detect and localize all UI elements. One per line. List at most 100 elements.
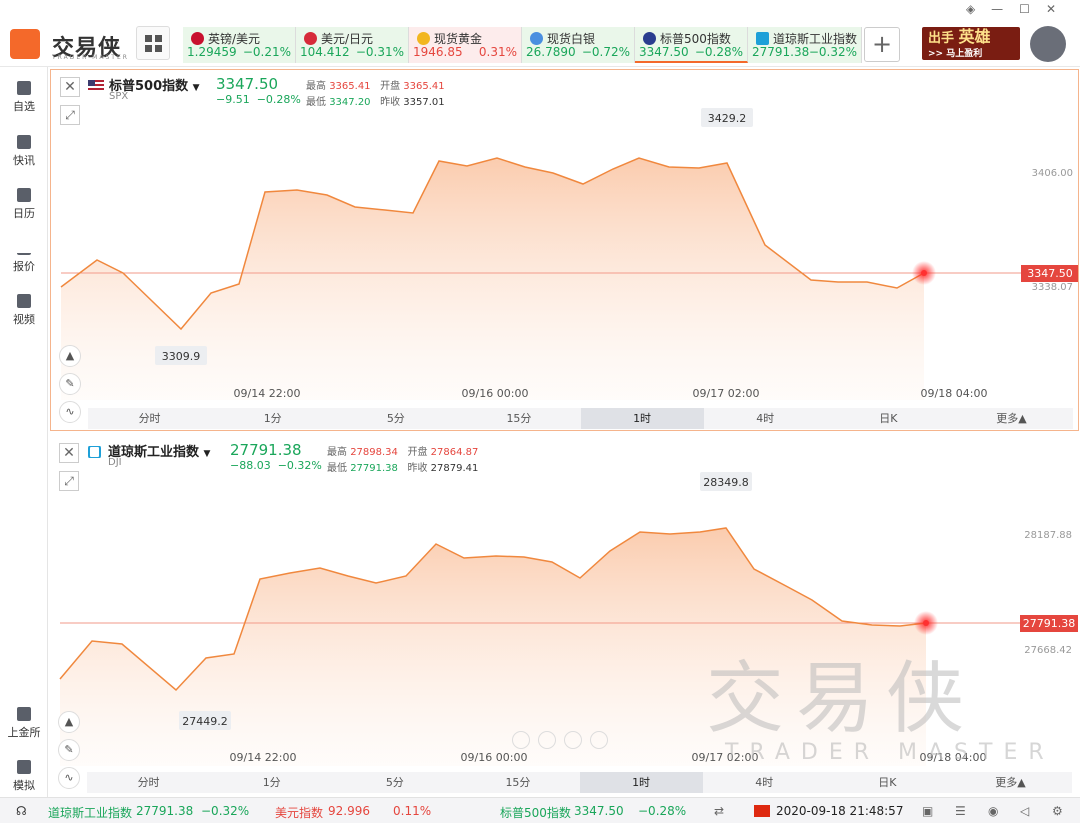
sidebar-item-label: 快讯: [13, 154, 35, 167]
ticker-price: 3347.50: [639, 45, 689, 59]
timeframe-bar: 分时 1分 5分 15分 1时 4时 日K 更多▲: [87, 772, 1072, 793]
instrument-code: SPX: [109, 91, 129, 102]
expand-panel-button[interactable]: ⤢: [59, 471, 79, 491]
exchange-icon: [17, 707, 31, 721]
headset-icon[interactable]: ☊: [16, 804, 27, 818]
promo-title: 出手: [928, 31, 955, 46]
low-label: 最低: [327, 463, 347, 474]
status-dji-name[interactable]: 道琼斯工业指数: [48, 804, 132, 821]
tf-intraday[interactable]: 分时: [87, 772, 210, 793]
layout-toggle-icon[interactable]: ⇄: [714, 804, 724, 818]
ticker-spx[interactable]: 标普500指数 3347.50 −0.28%: [635, 27, 748, 63]
last-price-dot: [921, 270, 927, 276]
low-marker-label: 27449.2: [182, 715, 228, 728]
close-panel-button[interactable]: ✕: [60, 77, 80, 97]
step-back-icon[interactable]: [538, 731, 556, 749]
status-bar: ☊ 道琼斯工业指数 27791.38 −0.32% 美元指数 92.996 0.…: [0, 797, 1080, 823]
sidebar-item-simulate[interactable]: 模拟: [0, 760, 48, 793]
promo-banner[interactable]: 出手 英雄 >> 马上盈利: [922, 27, 1020, 60]
sidebar-item-sge[interactable]: 上金所: [0, 707, 48, 740]
menu-icon[interactable]: ☰: [955, 804, 966, 818]
ticker-usdjpy[interactable]: 美元/日元 104.412 −0.31%: [296, 27, 409, 63]
maximize-icon[interactable]: ☐: [1019, 2, 1046, 16]
x-axis-tick: 09/16 00:00: [462, 387, 529, 400]
sidebar-item-calendar[interactable]: 日历: [0, 188, 48, 221]
tf-15m[interactable]: 15分: [456, 772, 579, 793]
promo-hero: 英雄: [958, 27, 991, 46]
tf-intraday[interactable]: 分时: [88, 408, 211, 429]
ticker-gold[interactable]: 现货黄金 1946.85 0.31%: [409, 27, 522, 63]
ticker-name: 现货黄金: [434, 32, 483, 46]
instrument-code: DJI: [108, 457, 122, 468]
ticker-change: −0.31%: [355, 45, 404, 59]
status-dxy-change: 0.11%: [393, 804, 432, 818]
tf-15m[interactable]: 15分: [457, 408, 580, 429]
sidebar-item-label: 自选: [13, 100, 35, 113]
ticker-dji[interactable]: 道琼斯工业指数 27791.38 −0.32%: [748, 27, 862, 63]
status-spx-price: 3347.50: [574, 804, 624, 818]
tf-1m[interactable]: 1分: [210, 772, 333, 793]
low-value: 27791.38: [350, 463, 398, 474]
last-price-tag: 3347.50: [1027, 267, 1073, 280]
tf-1h[interactable]: 1时: [580, 408, 704, 429]
zoom-in-icon[interactable]: [590, 731, 608, 749]
user-avatar[interactable]: [1030, 26, 1066, 62]
status-spx-change: −0.28%: [638, 804, 687, 818]
tf-daily[interactable]: 日K: [826, 772, 949, 793]
grid-icon: [145, 35, 152, 42]
last-price-dot: [923, 620, 929, 626]
sidebar-item-watchlist[interactable]: 自选: [0, 81, 48, 114]
status-spx-name[interactable]: 标普500指数: [500, 804, 571, 821]
sidebar-item-news[interactable]: 快讯: [0, 135, 48, 168]
tf-more[interactable]: 更多▲: [950, 408, 1073, 429]
sidebar-item-video[interactable]: 视频: [0, 294, 48, 327]
low-marker-label: 3309.9: [162, 350, 201, 363]
pen-draw-icon[interactable]: ✎: [58, 739, 80, 761]
add-ticker-button[interactable]: +: [864, 27, 900, 62]
indicator-icon[interactable]: ∿: [59, 401, 81, 423]
datetime-clock: 2020-09-18 21:48:57: [776, 804, 904, 818]
ticker-change: −0.21%: [242, 45, 291, 59]
spx-chart: 3429.2 3309.9 3406.00 3338.07 09/14 22:00 09/…: [60, 108, 1078, 400]
mountain-chart-icon[interactable]: ▲: [59, 345, 81, 367]
open-value: 27864.87: [430, 447, 479, 458]
screen-icon[interactable]: ▣: [922, 804, 933, 818]
minimize-icon[interactable]: —: [991, 2, 1019, 16]
tf-5m[interactable]: 5分: [334, 408, 457, 429]
instrument-name[interactable]: 道琼斯工业指数 ▼: [108, 441, 210, 460]
indicator-icon[interactable]: ∿: [58, 767, 80, 789]
settings-gear-icon[interactable]: ⚙: [1052, 804, 1063, 818]
tf-more[interactable]: 更多▲: [949, 772, 1072, 793]
ticker-silver[interactable]: 现货白银 26.7890 −0.72%: [522, 27, 635, 63]
y-axis-tick: 3338.07: [1032, 282, 1073, 293]
sidebar-item-quotes[interactable]: 报价: [0, 241, 48, 274]
expand-panel-button[interactable]: ⤢: [60, 105, 80, 125]
ticker-change: −0.32%: [808, 45, 857, 59]
ticker-price: 104.412: [300, 45, 350, 59]
tf-daily[interactable]: 日K: [827, 408, 950, 429]
step-forward-icon[interactable]: [564, 731, 582, 749]
ticker-price: 27791.38: [752, 45, 810, 59]
status-dxy-price: 92.996: [328, 804, 370, 818]
chevron-down-icon[interactable]: ▼: [193, 83, 200, 93]
ticker-gbpusd[interactable]: 英镑/美元 1.29459 −0.21%: [183, 27, 296, 63]
close-panel-button[interactable]: ✕: [59, 443, 79, 463]
chevron-down-icon[interactable]: ▼: [204, 449, 211, 459]
pen-draw-icon[interactable]: ✎: [59, 373, 81, 395]
mute-icon[interactable]: ◁: [1020, 804, 1029, 818]
grid-layout-button[interactable]: [136, 26, 170, 60]
news-icon: [17, 135, 31, 149]
close-icon[interactable]: ✕: [1046, 2, 1072, 16]
high-value: 3365.41: [329, 81, 371, 92]
status-dxy-name[interactable]: 美元指数: [275, 804, 323, 821]
mountain-chart-icon[interactable]: ▲: [58, 711, 80, 733]
zoom-out-icon[interactable]: [512, 731, 530, 749]
tf-1h[interactable]: 1时: [579, 772, 703, 793]
tf-4h[interactable]: 4时: [703, 772, 826, 793]
tf-5m[interactable]: 5分: [333, 772, 456, 793]
chart-panel-spx: 3429.2 3309.9 3406.00 3338.07 09/14 22:00 09/…: [50, 69, 1079, 431]
camera-icon[interactable]: ◉: [988, 804, 998, 818]
tf-4h[interactable]: 4时: [704, 408, 827, 429]
tf-1m[interactable]: 1分: [211, 408, 334, 429]
pin-icon[interactable]: ◈: [966, 2, 991, 16]
